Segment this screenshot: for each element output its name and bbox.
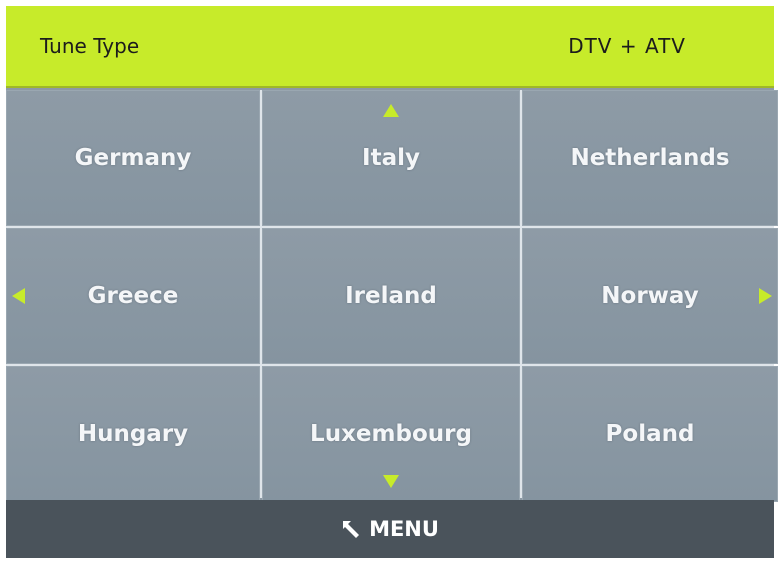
arrow-up-icon[interactable] — [383, 104, 399, 117]
country-label: Ireland — [345, 283, 437, 309]
country-label: Poland — [605, 421, 695, 447]
country-label: Germany — [74, 145, 192, 171]
country-cell-greece[interactable]: Greece — [6, 228, 260, 364]
country-cell-norway[interactable]: Norway — [522, 228, 778, 364]
country-grid: Germany Italy Netherlands Greece Ireland… — [6, 90, 778, 502]
country-cell-poland[interactable]: Poland — [522, 366, 778, 502]
tune-type-bar[interactable]: Tune Type DTV + ATV — [6, 6, 774, 88]
country-label: Luxembourg — [310, 421, 472, 447]
country-cell-netherlands[interactable]: Netherlands — [522, 90, 778, 226]
country-cell-germany[interactable]: Germany — [6, 90, 260, 226]
country-label: Italy — [362, 145, 420, 171]
country-cell-italy[interactable]: Italy — [262, 90, 520, 226]
country-label: Netherlands — [570, 145, 730, 171]
country-label: Norway — [601, 283, 699, 309]
return-arrow-icon — [341, 519, 363, 539]
tune-type-value[interactable]: DTV + ATV — [568, 6, 686, 86]
country-cell-hungary[interactable]: Hungary — [6, 366, 260, 502]
arrow-down-icon[interactable] — [383, 475, 399, 488]
arrow-left-icon[interactable] — [12, 288, 25, 304]
tv-screen: Tune Type DTV + ATV Germany Italy Nether… — [6, 6, 778, 558]
menu-button[interactable]: MENU — [341, 517, 439, 541]
country-label: Hungary — [77, 421, 189, 447]
tune-type-label: Tune Type — [40, 34, 140, 58]
country-cell-luxembourg[interactable]: Luxembourg — [262, 366, 520, 502]
country-cell-ireland[interactable]: Ireland — [262, 228, 520, 364]
country-label: Greece — [87, 283, 179, 309]
menu-label: MENU — [369, 517, 439, 541]
footer-bar: MENU — [6, 500, 774, 558]
arrow-right-icon[interactable] — [759, 288, 772, 304]
